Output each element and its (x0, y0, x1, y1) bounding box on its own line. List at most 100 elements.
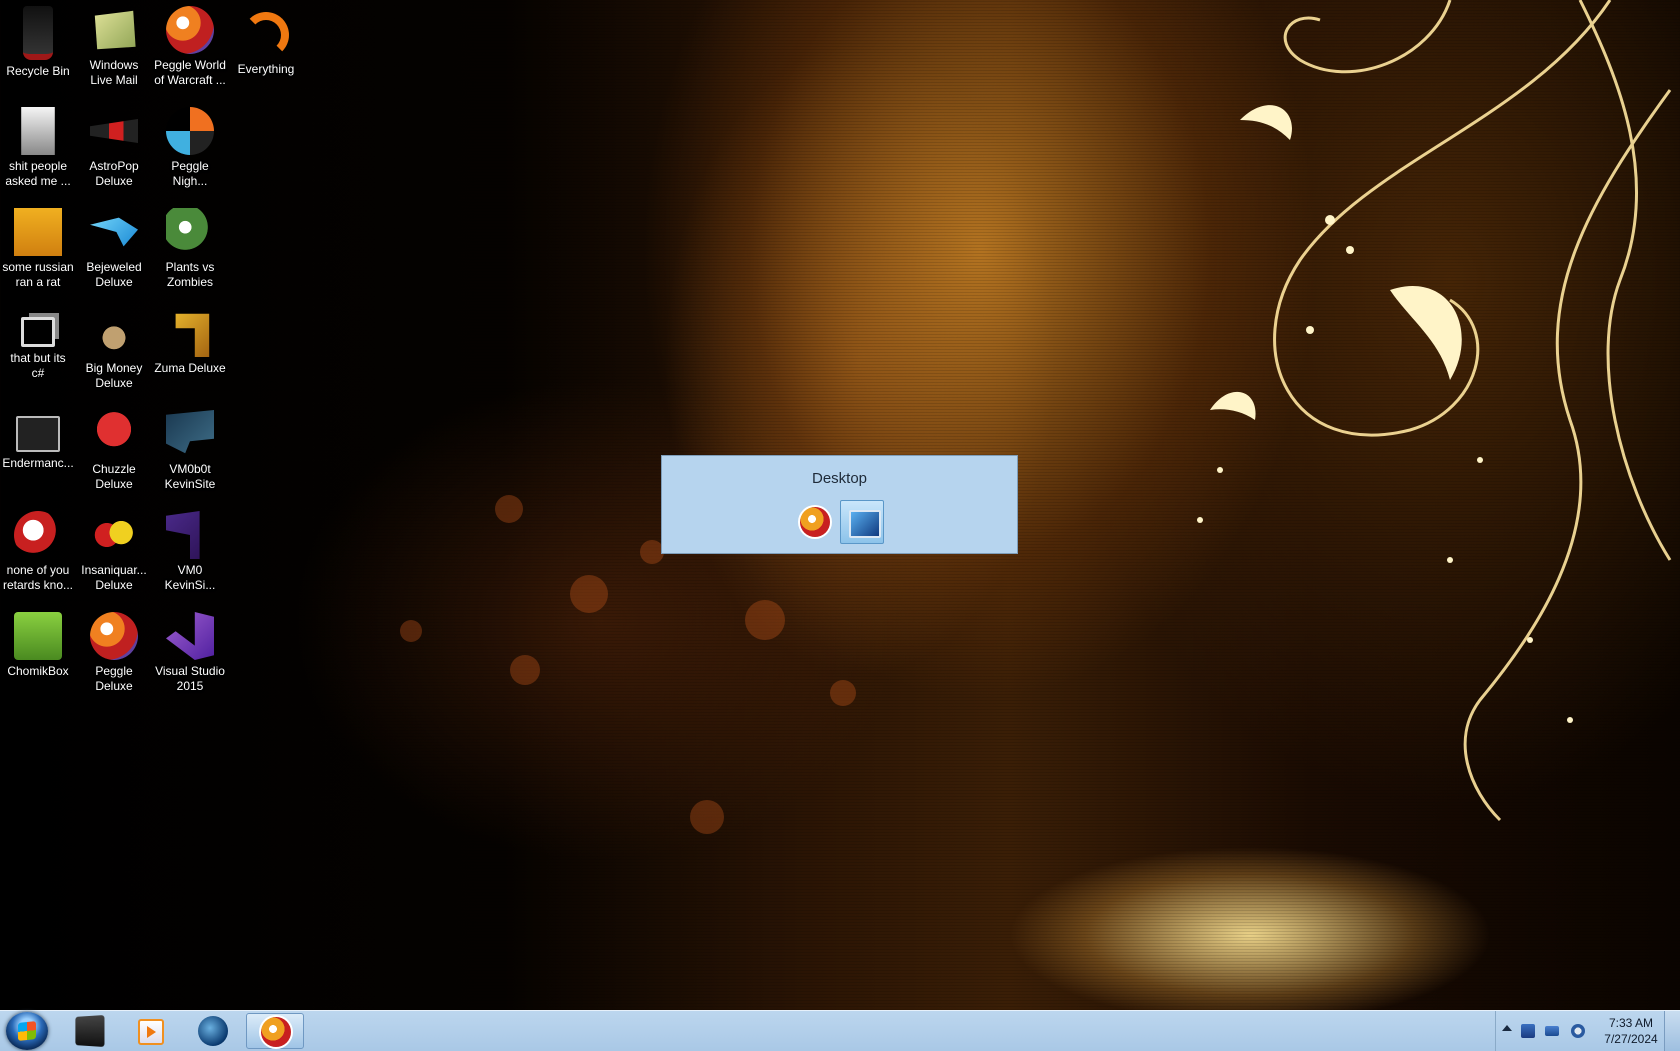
desktop-shortcut-label: Plants vs Zombies (165, 260, 215, 289)
taskbar: 7:33 AM 7/27/2024 (0, 1010, 1680, 1051)
disc-icon (14, 511, 62, 559)
taskbar-button-peggle[interactable] (246, 1013, 304, 1049)
media-player-icon (138, 1019, 164, 1045)
desktop-shortcut-label: VM0 KevinSi... (164, 563, 216, 592)
desktop-shortcut-label: Peggle World of Warcraft ... (154, 58, 226, 87)
csharp-project-icon (21, 317, 55, 347)
wallpaper-bokeh (690, 800, 724, 834)
desktop-shortcut[interactable]: Plants vs Zombies (152, 204, 228, 290)
desktop-shortcut-label: none of you retards kno... (2, 563, 74, 592)
vm-shortcut-icon (166, 410, 214, 454)
insaniquarium-icon (90, 511, 138, 559)
switcher-item-desktop[interactable] (840, 500, 884, 544)
wallpaper-bokeh (510, 655, 540, 685)
show-hidden-icons-icon[interactable] (1502, 1025, 1512, 1031)
wallpaper-swirls (1197, 0, 1672, 822)
desktop-shortcut-label: Chuzzle Deluxe (92, 462, 136, 491)
desktop-shortcut-label: Big Money Deluxe (85, 361, 143, 390)
wallpaper-bokeh (830, 680, 856, 706)
desktop-shortcut[interactable]: Peggle Nigh... (152, 103, 228, 189)
zuma-icon (175, 313, 210, 357)
plants-vs-zombies-icon (166, 208, 214, 256)
desktop-shortcut-label: Insaniquar... Deluxe (81, 563, 147, 592)
text-document-icon (21, 107, 55, 155)
start-button[interactable] (6, 1012, 48, 1050)
globe-app-icon (198, 1016, 228, 1046)
desktop-shortcut[interactable]: Peggle World of Warcraft ... (152, 2, 228, 88)
desktop-shortcut-label: Visual Studio 2015 (155, 664, 225, 693)
desktop-shortcut[interactable]: Chuzzle Deluxe (76, 406, 152, 492)
clock-time: 7:33 AM (1608, 1016, 1654, 1030)
vm-shortcut-icon (166, 511, 200, 559)
desktop-shortcut[interactable]: Zuma Deluxe (152, 305, 228, 376)
clock-date: 7/27/2024 (1604, 1032, 1658, 1046)
desktop-shortcut-label: Peggle Deluxe (95, 664, 133, 693)
network-icon[interactable] (1521, 1024, 1535, 1038)
wallpaper-bokeh (745, 600, 785, 640)
visual-studio-icon (166, 612, 214, 660)
window-switcher: Desktop (661, 455, 1018, 554)
chomikbox-icon (14, 612, 62, 660)
peggle-deluxe-icon (90, 612, 138, 660)
taskbar-button-command-prompt[interactable] (60, 1013, 118, 1049)
system-clock[interactable]: 7:33 AM 7/27/2024 (1592, 1015, 1670, 1047)
desktop-shortcut[interactable]: Recycle Bin (0, 2, 76, 79)
java-archive-icon (14, 208, 62, 256)
peggle-world-of-warcraft-icon (166, 6, 214, 54)
bejeweled-icon (90, 217, 138, 247)
desktop-shortcut[interactable]: VM0b0t KevinSite (152, 406, 228, 492)
desktop-shortcut-label: VM0b0t KevinSite (164, 462, 216, 491)
show-desktop-button[interactable] (1664, 1011, 1680, 1051)
wallpaper-bokeh (570, 575, 608, 613)
desktop-shortcut[interactable]: Everything (228, 2, 304, 77)
desktop-shortcut-label: Recycle Bin (6, 64, 70, 78)
desktop-shortcut-label: some russian ran a rat (2, 260, 74, 289)
desktop-shortcut[interactable]: some russian ran a rat (0, 204, 76, 290)
desktop-shortcut[interactable]: VM0 KevinSi... (152, 507, 228, 593)
taskbar-button-globe-app[interactable] (184, 1013, 242, 1049)
desktop-shortcut-label: Zuma Deluxe (154, 361, 226, 375)
desktop-shortcut-label: Everything (237, 62, 295, 76)
everything-search-icon (243, 12, 289, 58)
desktop-shortcut[interactable]: AstroPop Deluxe (76, 103, 152, 189)
desktop-shortcut-label: Endermanc... (2, 456, 74, 470)
desktop-icon (849, 510, 881, 538)
desktop-shortcut-label: shit people asked me ... (5, 159, 71, 188)
desktop-shortcut[interactable]: that but its c# (0, 305, 76, 381)
desktop-shortcut-label: Windows Live Mail (89, 58, 139, 87)
desktop-shortcut[interactable]: shit people asked me ... (0, 103, 76, 189)
recycle-bin-icon (23, 6, 53, 60)
desktop-shortcut[interactable]: Bejeweled Deluxe (76, 204, 152, 290)
wallpaper-bokeh (400, 620, 422, 642)
chuzzle-icon (90, 410, 138, 458)
desktop-shortcut[interactable]: Peggle Deluxe (76, 608, 152, 694)
peggle-nights-icon (166, 107, 214, 155)
desktop-shortcut-label: that but its c# (10, 351, 66, 380)
windows-live-mail-icon (94, 10, 136, 50)
desktop-shortcut[interactable]: Endermanc... (0, 406, 76, 471)
command-prompt-icon (75, 1014, 105, 1048)
desktop-shortcut-label: Bejeweled Deluxe (86, 260, 142, 289)
astropop-icon (90, 119, 138, 143)
desktop-shortcut[interactable]: Big Money Deluxe (76, 305, 152, 391)
console-app-icon (16, 416, 60, 452)
switcher-title: Desktop (811, 470, 868, 487)
big-money-icon (90, 309, 138, 357)
tray-divider (1495, 1011, 1496, 1051)
desktop-shortcut[interactable]: ChomikBox (0, 608, 76, 679)
desktop-shortcut[interactable]: Visual Studio 2015 (152, 608, 228, 694)
switcher-item-peggle[interactable] (792, 500, 836, 544)
wallpaper-bokeh (495, 495, 523, 523)
display-icon[interactable] (1545, 1026, 1559, 1036)
desktop-shortcut[interactable]: Insaniquar... Deluxe (76, 507, 152, 593)
desktop-shortcut[interactable]: Windows Live Mail (76, 2, 152, 88)
desktop-shortcut-label: ChomikBox (7, 664, 69, 678)
desktop-shortcut[interactable]: none of you retards kno... (0, 507, 76, 593)
desktop-shortcut-label: Peggle Nigh... (171, 159, 209, 188)
volume-icon[interactable] (1571, 1024, 1585, 1038)
desktop-shortcut-label: AstroPop Deluxe (89, 159, 139, 188)
windows-start-orb-icon (18, 1021, 36, 1041)
peggle-icon (261, 1017, 291, 1047)
taskbar-button-media-player[interactable] (120, 1013, 178, 1049)
peggle-icon (800, 507, 830, 537)
